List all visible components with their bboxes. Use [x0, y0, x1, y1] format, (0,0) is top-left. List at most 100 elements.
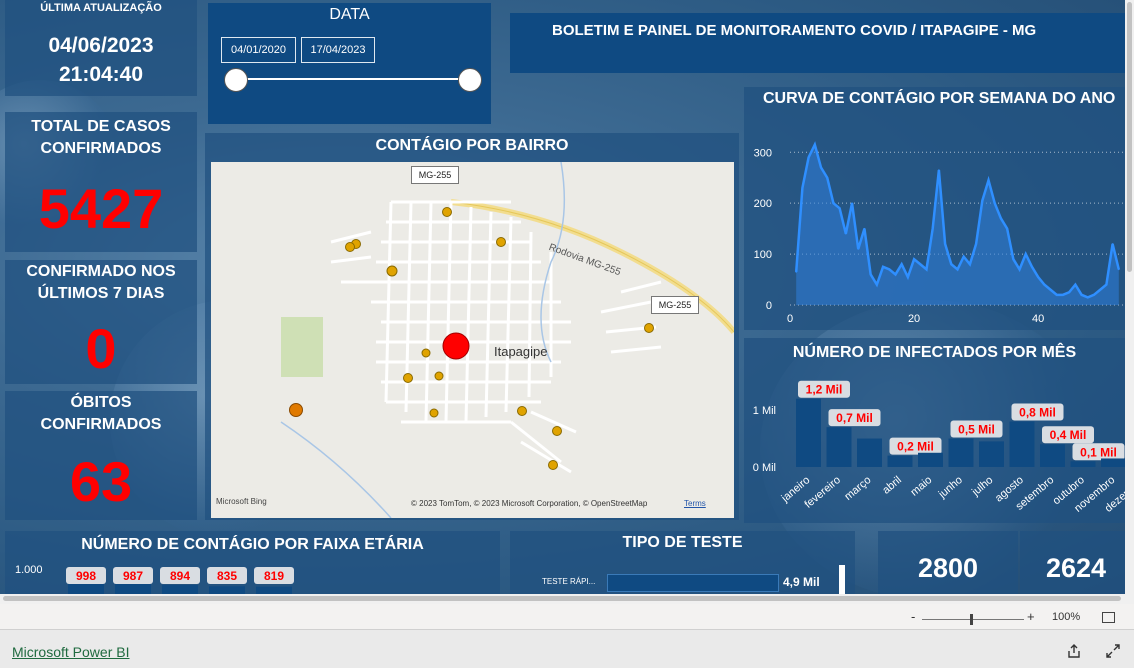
street-grid [330, 200, 662, 474]
map-attribution: © 2023 TomTom, © 2023 Microsoft Corporat… [411, 499, 648, 508]
map-bubble[interactable] [548, 460, 558, 470]
data-point [1055, 294, 1058, 296]
bar [68, 583, 104, 594]
map-bubble[interactable] [434, 371, 444, 381]
end-date-input[interactable]: 17/04/2023 [301, 37, 375, 63]
data-point [1018, 268, 1021, 271]
map-bubble[interactable] [386, 265, 398, 277]
map-svg [280, 162, 734, 518]
deaths-label-line1: ÓBITOS [70, 394, 132, 411]
data-point [1068, 291, 1070, 294]
share-icon[interactable] [1066, 643, 1082, 659]
data-point [820, 166, 822, 169]
neighborhood-map-panel: CONTÁGIO POR BAIRRO MG-255 MG-255 Rodovi… [205, 133, 739, 520]
zoom-slider-handle[interactable] [970, 614, 973, 625]
test-bar[interactable] [607, 574, 779, 592]
y-tick-label: 1.000 [15, 564, 43, 576]
deaths-label-line2: CONFIRMADOS [40, 416, 162, 433]
dashboard-title: BOLETIM E PAINEL DE MONITORAMENTO COVID … [552, 22, 1037, 39]
data-point [1012, 258, 1015, 260]
date-filter-slicer[interactable]: DATA 04/01/2020 17/04/2023 [208, 3, 491, 124]
data-point [869, 273, 872, 276]
map-bubble[interactable] [403, 373, 413, 383]
bar [948, 438, 974, 467]
data-label: 0,2 Mil [897, 440, 934, 454]
data-point [1031, 266, 1033, 268]
bar [1070, 461, 1096, 467]
x-tick-label: março [842, 474, 873, 503]
horizontal-scrollbar[interactable] [0, 594, 1134, 604]
data-label: 835 [217, 569, 237, 583]
map-terms-link[interactable]: Terms [684, 499, 706, 508]
vertical-scrollbar[interactable] [1125, 0, 1134, 594]
river-line [540, 162, 566, 363]
x-tick-label: 40 [1032, 313, 1044, 325]
zoom-in-button[interactable]: + [1027, 609, 1035, 624]
bar [1040, 444, 1065, 467]
fit-to-page-icon[interactable] [1102, 612, 1115, 623]
map-bubble[interactable] [345, 242, 355, 252]
vertical-scroll-thumb[interactable] [1127, 2, 1132, 272]
city-label: Itapagipe [494, 344, 548, 359]
weekly-curve-chart[interactable]: 0 100 200 300 0 20 40 [744, 115, 1125, 330]
map-bubble[interactable] [289, 403, 303, 417]
last7-label-line1: CONFIRMADO NOS [26, 263, 176, 280]
y-tick-label: 300 [754, 147, 772, 159]
y-tick-label: 1 Mil [753, 405, 776, 417]
zoom-out-button[interactable]: - [911, 609, 915, 624]
data-point [938, 169, 940, 171]
last-update-date: 04/06/2023 [48, 34, 154, 57]
data-point [975, 243, 977, 245]
bar [796, 398, 821, 467]
data-point [981, 199, 984, 202]
data-label: 894 [170, 569, 190, 583]
map-view[interactable]: MG-255 MG-255 Rodovia MG-255 Itapagipe M… [211, 162, 734, 518]
map-bubble[interactable] [442, 207, 452, 217]
data-point [838, 207, 841, 210]
bar [1101, 458, 1125, 467]
report-canvas: ÚLTIMA ATUALIZAÇÃO 04/06/2023 21:04:40 D… [0, 0, 1125, 594]
age-bar-chart[interactable]: 1.000 998 987 894 835 819 [5, 561, 500, 594]
data-point [1099, 288, 1101, 291]
data-point [888, 268, 891, 271]
data-label: 0,7 Mil [836, 411, 873, 425]
data-point [913, 258, 915, 260]
kpi-value-2800: 2800 [917, 553, 979, 583]
data-point [801, 187, 804, 189]
map-bubble[interactable] [552, 426, 562, 436]
monthly-bar-chart[interactable]: 0 Mil1 Miljaneiro1,2 Milfevereiro0,7 Mil… [744, 363, 1125, 523]
data-point [851, 202, 853, 204]
slider-start-handle[interactable] [224, 68, 248, 92]
map-bubble-largest[interactable] [442, 332, 470, 360]
weekly-chart-title: CURVA DE CONTÁGIO POR SEMANA DO ANO [763, 90, 1116, 107]
data-point [950, 263, 953, 266]
bar [256, 586, 292, 594]
slider-end-handle[interactable] [458, 68, 482, 92]
map-bubble[interactable] [421, 348, 431, 358]
powerbi-link[interactable]: Microsoft Power BI [12, 644, 129, 660]
start-date-input[interactable]: 04/01/2020 [221, 37, 296, 63]
map-title: CONTÁGIO POR BAIRRO [375, 137, 569, 154]
bar [115, 583, 151, 594]
map-bubble[interactable] [517, 406, 527, 416]
bar [826, 427, 852, 467]
kpi-value-2624: 2624 [1046, 553, 1107, 583]
zoom-slider-track[interactable] [922, 619, 1024, 620]
bar [918, 452, 943, 467]
map-bubble[interactable] [496, 237, 506, 247]
fullscreen-icon[interactable] [1105, 643, 1121, 659]
map-bubble[interactable] [429, 408, 439, 418]
bing-logo: Microsoft Bing [216, 497, 267, 506]
map-bubble[interactable] [644, 323, 654, 333]
data-point [1043, 283, 1046, 286]
data-point [1080, 294, 1083, 296]
y-tick-label: 0 [766, 300, 772, 312]
bar [887, 455, 913, 467]
monthly-chart-title: NÚMERO DE INFECTADOS POR MÊS [792, 344, 1077, 361]
x-tick-label: 0 [787, 313, 793, 325]
horizontal-scroll-thumb[interactable] [3, 596, 1121, 601]
scrollbar-thumb[interactable] [839, 565, 845, 594]
data-label: 1,2 Mil [806, 383, 843, 397]
slider-track [236, 78, 470, 80]
zoom-percent: 100% [1052, 611, 1081, 623]
